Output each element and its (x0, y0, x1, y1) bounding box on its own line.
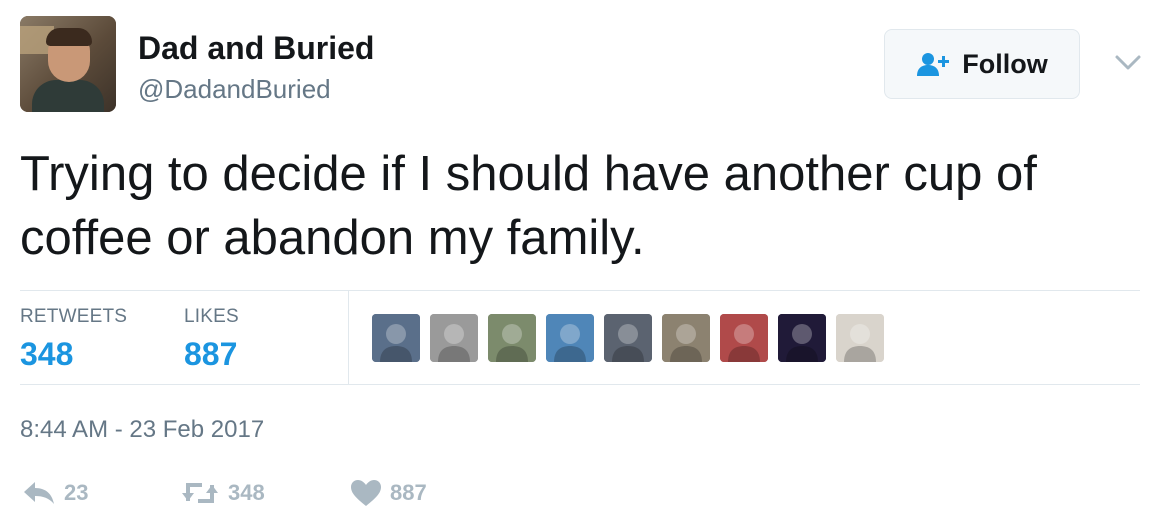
retweet-icon (182, 483, 218, 503)
retweets-label: RETWEETS (20, 306, 128, 327)
stats-divider-bottom (20, 384, 1140, 385)
retweets-count: 348 (20, 336, 74, 372)
retweets-stat[interactable]: RETWEETS 348 (20, 306, 127, 374)
reply-count: 23 (64, 480, 89, 505)
stats-divider-top (20, 290, 1140, 291)
chevron-down-icon[interactable] (1114, 50, 1142, 74)
avatar-hair (46, 28, 92, 46)
liker-avatar[interactable] (604, 314, 652, 362)
likes-label: LIKES (184, 306, 239, 327)
follow-label: Follow (962, 48, 1048, 79)
like-count: 887 (390, 480, 427, 505)
liker-avatar[interactable] (546, 314, 594, 362)
profile-avatar[interactable] (20, 16, 116, 112)
liker-avatar[interactable] (430, 314, 478, 362)
likes-count: 887 (184, 336, 238, 372)
user-handle[interactable]: @DadandBuried (138, 74, 331, 104)
heart-icon (351, 480, 381, 506)
avatar-shirt (32, 80, 104, 112)
liker-avatar[interactable] (662, 314, 710, 362)
follow-person-icon (917, 53, 950, 76)
likes-stat[interactable]: LIKES 887 (184, 306, 239, 374)
display-name[interactable]: Dad and Buried (138, 30, 374, 66)
like-button[interactable]: 887 (350, 478, 427, 508)
liker-avatar[interactable] (372, 314, 420, 362)
retweet-count: 348 (228, 480, 265, 505)
liker-avatar[interactable] (720, 314, 768, 362)
follow-button[interactable]: Follow (884, 29, 1080, 99)
reply-button[interactable]: 23 (22, 478, 88, 508)
liker-avatar[interactable] (836, 314, 884, 362)
tweet-text: Trying to decide if I should have anothe… (20, 147, 1037, 265)
liker-avatar[interactable] (488, 314, 536, 362)
tweet-timestamp[interactable]: 8:44 AM - 23 Feb 2017 (20, 416, 264, 444)
liker-avatar[interactable] (778, 314, 826, 362)
stats-vertical-divider (348, 291, 349, 384)
reply-icon (24, 482, 54, 504)
retweet-button[interactable]: 348 (180, 478, 265, 508)
